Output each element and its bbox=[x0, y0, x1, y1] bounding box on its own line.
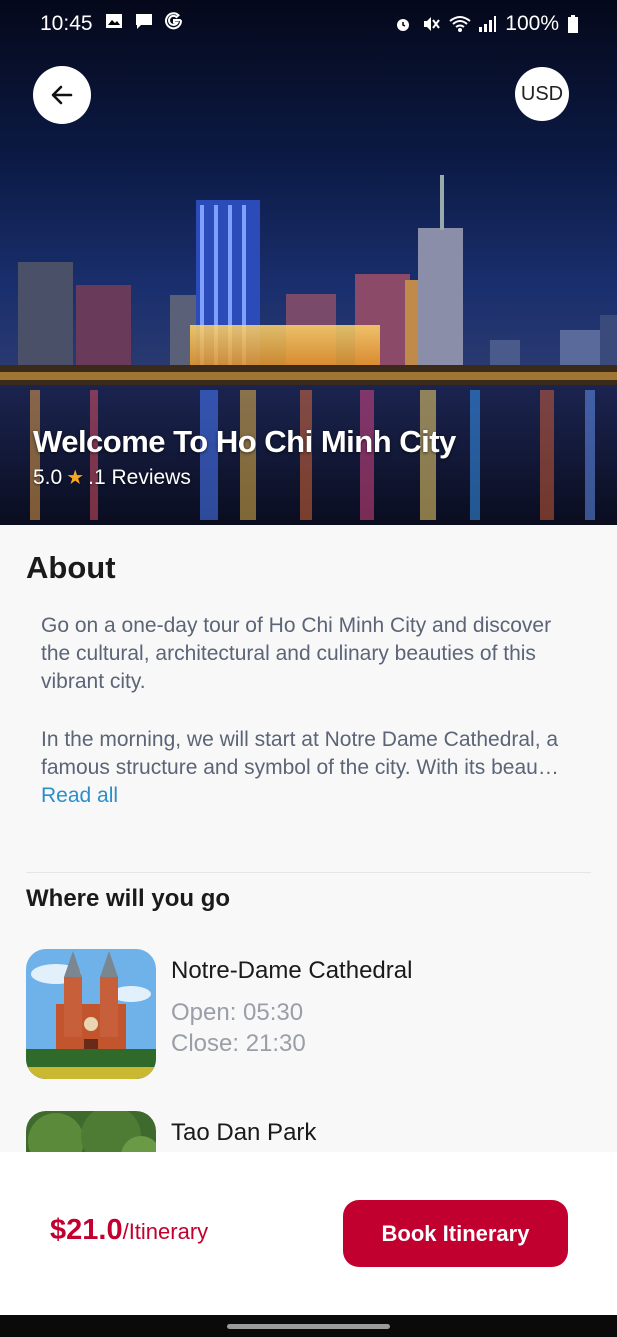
status-time: 10:45 bbox=[40, 12, 93, 35]
home-handle[interactable] bbox=[227, 1324, 390, 1329]
wifi-icon bbox=[449, 14, 471, 34]
about-heading: About bbox=[26, 550, 116, 585]
page-title: Welcome To Ho Chi Minh City bbox=[33, 424, 456, 459]
reviews-count[interactable]: .1 Reviews bbox=[88, 466, 191, 490]
currency-button[interactable]: USD bbox=[515, 67, 569, 121]
section-divider bbox=[26, 872, 591, 873]
battery-percent: 100% bbox=[505, 12, 559, 35]
hero-image: 10:45 100% USD Welcome To Ho Chi Minh Ci… bbox=[0, 0, 617, 525]
back-button[interactable] bbox=[33, 66, 91, 124]
image-icon bbox=[104, 11, 124, 31]
about-description: Go on a one-day tour of Ho Chi Minh City… bbox=[41, 612, 561, 840]
about-paragraph-2: In the morning, we will start at Notre D… bbox=[41, 728, 559, 807]
book-itinerary-button[interactable]: Book Itinerary bbox=[343, 1200, 568, 1267]
mute-icon bbox=[421, 14, 441, 34]
place-hours: Open: 05:30 Close: 21:30 bbox=[171, 997, 306, 1059]
rating-value: 5.0 bbox=[33, 465, 63, 489]
about-paragraph-1: Go on a one-day tour of Ho Chi Minh City… bbox=[41, 614, 552, 693]
app-screen: 10:45 100% USD Welcome To Ho Chi Minh Ci… bbox=[0, 0, 617, 1337]
price-amount: $21.0 bbox=[50, 1214, 123, 1246]
read-all-link[interactable]: Read all bbox=[41, 784, 118, 807]
status-bar: 10:45 100% bbox=[0, 0, 617, 48]
booking-bar: $21.0 /Itinerary Book Itinerary bbox=[0, 1152, 617, 1315]
system-nav-bar bbox=[0, 1315, 617, 1337]
message-icon bbox=[134, 11, 154, 31]
rating-row: 5.0 ★ .1 Reviews bbox=[33, 465, 191, 490]
price: $21.0 /Itinerary bbox=[50, 1214, 208, 1247]
arrow-left-icon bbox=[51, 85, 73, 105]
star-icon: ★ bbox=[66, 467, 85, 489]
price-unit: /Itinerary bbox=[122, 1219, 209, 1244]
place-name: Notre-Dame Cathedral bbox=[171, 957, 413, 984]
where-heading: Where will you go bbox=[26, 885, 231, 912]
battery-icon bbox=[567, 14, 579, 34]
open-time: Open: 05:30 bbox=[171, 999, 304, 1026]
signal-icon bbox=[477, 14, 497, 34]
cathedral-thumbnail bbox=[26, 949, 156, 1079]
place-item-notre-dame[interactable]: Notre-Dame Cathedral Open: 05:30 Close: … bbox=[26, 949, 591, 1079]
google-icon bbox=[164, 11, 184, 31]
close-time: Close: 21:30 bbox=[171, 1030, 306, 1057]
alarm-icon bbox=[393, 14, 413, 34]
place-name: Tao Dan Park bbox=[171, 1119, 317, 1146]
